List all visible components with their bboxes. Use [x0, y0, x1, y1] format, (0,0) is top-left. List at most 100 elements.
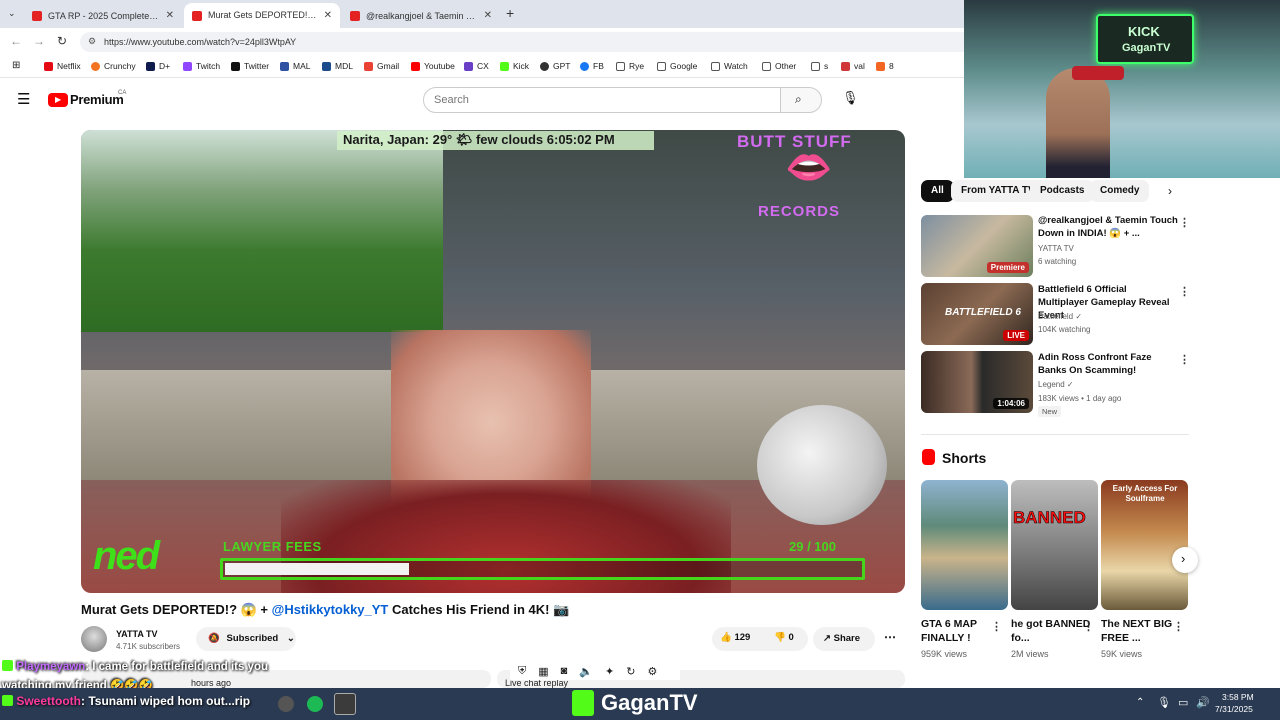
- back-arrow-icon[interactable]: ←: [10, 34, 22, 48]
- shorts-next-button[interactable]: ›: [1172, 547, 1198, 573]
- bookmark-disney[interactable]: D+: [146, 61, 170, 71]
- related-title[interactable]: Adin Ross Confront Faze Banks On Scammin…: [1038, 351, 1178, 377]
- video-player[interactable]: Narita, Japan: 29° 🌤 few clouds 6:05:02 …: [81, 130, 905, 593]
- refresh-icon[interactable]: ↻: [626, 665, 635, 678]
- bookmark-watch[interactable]: Watch: [711, 61, 748, 71]
- bookmark-cx[interactable]: CX: [464, 61, 489, 71]
- bookmark-kick[interactable]: Kick: [500, 61, 529, 71]
- bookmark-mdl[interactable]: MDL: [322, 61, 353, 71]
- bookmark-youtube[interactable]: Youtube: [411, 61, 455, 71]
- related-thumbnail[interactable]: Premiere: [921, 215, 1033, 277]
- short-title[interactable]: The NEXT BIG FREE ...: [1101, 617, 1181, 645]
- related-channel[interactable]: Battlefield ✓: [1038, 312, 1082, 321]
- settings-icon[interactable]: ⚙: [647, 665, 657, 678]
- tab-list-chevron-icon[interactable]: ⌄: [8, 8, 16, 19]
- bell-icon: 🔕: [208, 633, 220, 644]
- progress-fill: [225, 563, 409, 575]
- more-options-icon[interactable]: ⋮: [1179, 216, 1190, 229]
- kick-icon: [2, 660, 13, 671]
- bookmark-fb[interactable]: FB: [580, 61, 604, 71]
- sign-line1: KICK: [1128, 24, 1160, 39]
- youtube-logo-icon[interactable]: ▶: [48, 93, 68, 107]
- shorts-icon: [922, 449, 935, 465]
- channel-name[interactable]: YATTA TV: [116, 629, 158, 639]
- url-text: https://www.youtube.com/watch?v=24pll3Wt…: [104, 37, 297, 47]
- webcam-overlay: KICK GaganTV: [964, 0, 1280, 178]
- chip-all[interactable]: All: [921, 180, 954, 202]
- search-input[interactable]: Search: [423, 87, 781, 113]
- bookmark-mal[interactable]: MAL: [280, 61, 310, 71]
- more-options-icon[interactable]: ⋮: [1179, 285, 1190, 298]
- bookmark-gmail[interactable]: Gmail: [364, 61, 399, 71]
- tab-gta-rp[interactable]: GTA RP - 2025 Complete Begin ✕: [24, 3, 182, 28]
- clock-time[interactable]: 3:58 PM: [1222, 692, 1254, 702]
- bookmark-rye[interactable]: Rye: [616, 61, 644, 71]
- clapper-icon[interactable]: ▦: [538, 665, 548, 678]
- tab-label: Murat Gets DEPORTED!? 😱: [208, 10, 318, 20]
- tray-chevron-up-icon[interactable]: ⌃: [1136, 697, 1144, 708]
- short-thumbnail[interactable]: [921, 480, 1008, 610]
- share-button[interactable]: ↗ Share: [813, 627, 875, 651]
- bookmark-twitter[interactable]: Twitter: [231, 61, 269, 71]
- bookmark-google[interactable]: Google: [657, 61, 697, 71]
- related-channel[interactable]: YATTA TV: [1038, 244, 1074, 253]
- bookmark-crunchy[interactable]: Crunchy: [91, 61, 136, 71]
- more-options-icon[interactable]: ⋮: [1179, 353, 1190, 366]
- chip-comedy[interactable]: Comedy: [1090, 180, 1150, 202]
- tab-realkangjoel[interactable]: @realkangjoel & Taemin Touch ✕: [342, 3, 500, 28]
- bookmark-twitch[interactable]: Twitch: [183, 61, 220, 71]
- microphone-icon[interactable]: 🎙: [842, 90, 859, 106]
- spotify-icon[interactable]: [307, 696, 323, 712]
- shield-icon[interactable]: ⛨: [518, 665, 526, 678]
- subscribed-button[interactable]: 🔕 Subscribed ⌄: [196, 627, 296, 651]
- taskbar-app-icon[interactable]: [334, 693, 356, 715]
- forward-arrow-icon[interactable]: →: [33, 34, 45, 48]
- chips-next-chevron-icon[interactable]: ›: [1168, 184, 1172, 198]
- bookmark-netflix[interactable]: Netflix: [44, 61, 81, 71]
- mention-link[interactable]: @Hstikkytokky_YT: [272, 602, 389, 617]
- taskbar-app-icon[interactable]: [278, 696, 294, 712]
- network-icon[interactable]: ▭: [1178, 696, 1188, 709]
- close-icon[interactable]: ✕: [166, 10, 174, 21]
- bookmark-s[interactable]: s: [811, 61, 828, 71]
- kick-icon: [500, 61, 509, 71]
- related-thumbnail[interactable]: BATTLEFIELD 6 LIVE: [921, 283, 1033, 345]
- menu-icon[interactable]: ☰: [17, 90, 30, 108]
- short-thumbnail[interactable]: BANNED: [1011, 480, 1098, 610]
- chevron-right-icon: ›: [1181, 551, 1186, 566]
- more-actions-icon[interactable]: ⋯: [884, 630, 896, 644]
- bookmark-val[interactable]: val: [841, 61, 865, 71]
- bookmark-8[interactable]: 8: [876, 61, 894, 71]
- reload-icon[interactable]: ↻: [57, 34, 67, 48]
- channel-avatar[interactable]: [81, 626, 107, 652]
- tab-murat-deported[interactable]: Murat Gets DEPORTED!? 😱 ✕: [184, 3, 340, 28]
- more-options-icon[interactable]: ⋮: [991, 620, 1002, 633]
- more-options-icon[interactable]: ⋮: [1173, 620, 1184, 633]
- apps-grid-icon[interactable]: ⊞: [12, 60, 20, 71]
- bookmark-other[interactable]: Other: [762, 61, 796, 71]
- search-button[interactable]: ⌕: [780, 87, 822, 113]
- related-channel[interactable]: Legend ✓: [1038, 380, 1074, 389]
- speaker-icon[interactable]: 🔈: [579, 665, 593, 678]
- pin-icon[interactable]: ✦: [605, 665, 614, 678]
- site-info-icon[interactable]: ⚙: [88, 36, 96, 47]
- dislike-button[interactable]: 👎 0: [774, 632, 794, 643]
- new-tab-button[interactable]: +: [506, 5, 514, 21]
- bookmark-gpt[interactable]: GPT: [540, 61, 570, 71]
- short-title[interactable]: he got BANNED fo...: [1011, 617, 1091, 645]
- short-thumbnail[interactable]: Early Access For Soulframe: [1101, 480, 1188, 610]
- like-button[interactable]: 👍 129: [720, 632, 750, 643]
- clock-date[interactable]: 7/31/2025: [1215, 704, 1253, 714]
- more-options-icon[interactable]: ⋮: [1083, 620, 1094, 633]
- related-title[interactable]: @realkangjoel & Taemin Touch Down in IND…: [1038, 214, 1178, 240]
- chip-podcasts[interactable]: Podcasts: [1030, 180, 1095, 202]
- short-title[interactable]: GTA 6 MAP FINALLY !: [921, 617, 1001, 645]
- microphone-icon[interactable]: 🎙: [1157, 696, 1171, 709]
- close-icon[interactable]: ✕: [324, 10, 332, 21]
- taskbar: Sweettooth: Tsunami wiped hom out...rip …: [0, 688, 1280, 720]
- short-views: 59K views: [1101, 649, 1143, 659]
- camera-icon[interactable]: ◙: [561, 665, 568, 677]
- close-icon[interactable]: ✕: [484, 10, 492, 21]
- related-thumbnail[interactable]: 1:04:06: [921, 351, 1033, 413]
- volume-icon[interactable]: 🔊: [1196, 696, 1210, 709]
